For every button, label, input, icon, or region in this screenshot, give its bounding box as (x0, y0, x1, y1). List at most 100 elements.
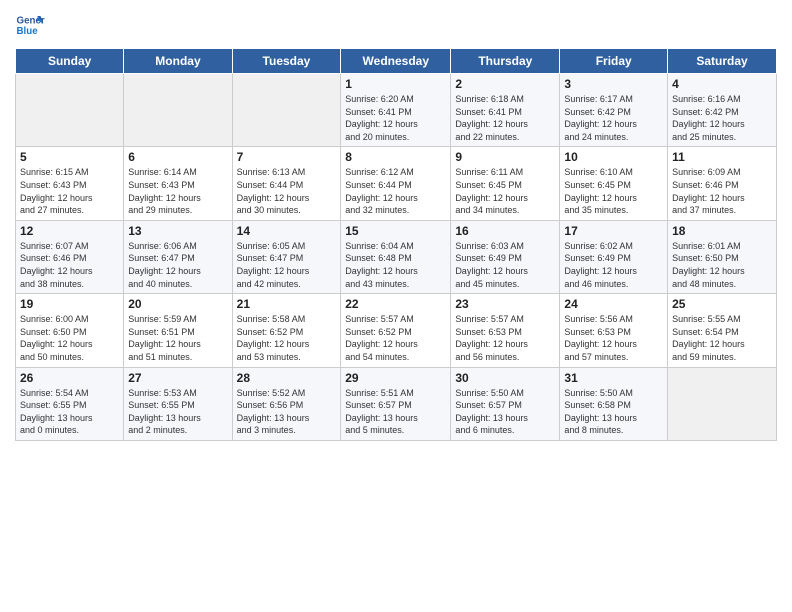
day-info: Sunrise: 6:04 AM Sunset: 6:48 PM Dayligh… (345, 240, 446, 290)
header: General Blue (15, 10, 777, 40)
calendar-week-4: 19 Sunrise: 6:00 AM Sunset: 6:50 PM Dayli… (16, 294, 777, 367)
logo: General Blue (15, 10, 45, 40)
day-info: Sunrise: 5:50 AM Sunset: 6:57 PM Dayligh… (455, 387, 555, 437)
calendar-cell: 2Sunrise: 6:18 AM Sunset: 6:41 PM Daylig… (451, 74, 560, 147)
day-info: Sunrise: 6:16 AM Sunset: 6:42 PM Dayligh… (672, 93, 772, 143)
day-number: 6 (128, 150, 227, 164)
calendar-cell: 7 Sunrise: 6:13 AM Sunset: 6:44 PM Daylig… (232, 147, 341, 220)
calendar-cell: 27 Sunrise: 5:53 AM Sunset: 6:55 PM Dayli… (124, 367, 232, 440)
day-number: 17 (564, 224, 663, 238)
day-header-saturday: Saturday (668, 49, 777, 74)
calendar-cell: 26 Sunrise: 5:54 AM Sunset: 6:55 PM Dayli… (16, 367, 124, 440)
logo-icon: General Blue (15, 10, 45, 40)
calendar-cell: 1 Sunrise: 6:20 AM Sunset: 6:41 PM Daylig… (341, 74, 451, 147)
day-header-thursday: Thursday (451, 49, 560, 74)
day-info: Sunrise: 5:51 AM Sunset: 6:57 PM Dayligh… (345, 387, 446, 437)
day-number: 8 (345, 150, 446, 164)
day-number: 24 (564, 297, 663, 311)
day-info: Sunrise: 5:57 AM Sunset: 6:53 PM Dayligh… (455, 313, 555, 363)
day-info: Sunrise: 5:55 AM Sunset: 6:54 PM Dayligh… (672, 313, 772, 363)
day-info: Sunrise: 5:54 AM Sunset: 6:55 PM Dayligh… (20, 387, 119, 437)
day-number: 10 (564, 150, 663, 164)
day-header-tuesday: Tuesday (232, 49, 341, 74)
calendar-week-2: 5 Sunrise: 6:15 AM Sunset: 6:43 PM Daylig… (16, 147, 777, 220)
calendar-cell: 9 Sunrise: 6:11 AM Sunset: 6:45 PM Daylig… (451, 147, 560, 220)
day-info: Sunrise: 6:07 AM Sunset: 6:46 PM Dayligh… (20, 240, 119, 290)
day-number: 27 (128, 371, 227, 385)
page: General Blue SundayMondayTuesdayWednesda… (0, 0, 792, 612)
calendar-cell: 13 Sunrise: 6:06 AM Sunset: 6:47 PM Dayli… (124, 220, 232, 293)
day-number: 30 (455, 371, 555, 385)
day-info: Sunrise: 6:10 AM Sunset: 6:45 PM Dayligh… (564, 166, 663, 216)
day-info: Sunrise: 6:11 AM Sunset: 6:45 PM Dayligh… (455, 166, 555, 216)
day-info: Sunrise: 6:20 AM Sunset: 6:41 PM Dayligh… (345, 93, 446, 143)
day-number: 2 (455, 77, 555, 91)
calendar-week-3: 12 Sunrise: 6:07 AM Sunset: 6:46 PM Dayli… (16, 220, 777, 293)
calendar-cell: 12 Sunrise: 6:07 AM Sunset: 6:46 PM Dayli… (16, 220, 124, 293)
day-number: 19 (20, 297, 119, 311)
calendar-cell: 4 Sunrise: 6:16 AM Sunset: 6:42 PM Daylig… (668, 74, 777, 147)
calendar-cell (16, 74, 124, 147)
calendar-cell: 17Sunrise: 6:02 AM Sunset: 6:49 PM Dayli… (560, 220, 668, 293)
day-info: Sunrise: 6:15 AM Sunset: 6:43 PM Dayligh… (20, 166, 119, 216)
day-number: 5 (20, 150, 119, 164)
calendar-cell (668, 367, 777, 440)
day-number: 11 (672, 150, 772, 164)
calendar-cell: 11 Sunrise: 6:09 AM Sunset: 6:46 PM Dayli… (668, 147, 777, 220)
day-info: Sunrise: 6:05 AM Sunset: 6:47 PM Dayligh… (237, 240, 337, 290)
day-header-wednesday: Wednesday (341, 49, 451, 74)
day-number: 31 (564, 371, 663, 385)
day-number: 12 (20, 224, 119, 238)
day-info: Sunrise: 5:53 AM Sunset: 6:55 PM Dayligh… (128, 387, 227, 437)
day-number: 26 (20, 371, 119, 385)
day-number: 1 (345, 77, 446, 91)
day-number: 23 (455, 297, 555, 311)
calendar-cell: 30 Sunrise: 5:50 AM Sunset: 6:57 PM Dayli… (451, 367, 560, 440)
day-info: Sunrise: 6:01 AM Sunset: 6:50 PM Dayligh… (672, 240, 772, 290)
day-info: Sunrise: 6:00 AM Sunset: 6:50 PM Dayligh… (20, 313, 119, 363)
day-number: 13 (128, 224, 227, 238)
calendar-cell: 3 Sunrise: 6:17 AM Sunset: 6:42 PM Daylig… (560, 74, 668, 147)
day-info: Sunrise: 5:56 AM Sunset: 6:53 PM Dayligh… (564, 313, 663, 363)
calendar-cell: 14 Sunrise: 6:05 AM Sunset: 6:47 PM Dayli… (232, 220, 341, 293)
day-header-sunday: Sunday (16, 49, 124, 74)
day-info: Sunrise: 5:50 AM Sunset: 6:58 PM Dayligh… (564, 387, 663, 437)
calendar-cell: 22 Sunrise: 5:57 AM Sunset: 6:52 PM Dayli… (341, 294, 451, 367)
calendar-cell: 8 Sunrise: 6:12 AM Sunset: 6:44 PM Daylig… (341, 147, 451, 220)
calendar-cell: 18Sunrise: 6:01 AM Sunset: 6:50 PM Dayli… (668, 220, 777, 293)
calendar-cell (124, 74, 232, 147)
day-info: Sunrise: 6:12 AM Sunset: 6:44 PM Dayligh… (345, 166, 446, 216)
day-number: 15 (345, 224, 446, 238)
calendar-table: SundayMondayTuesdayWednesdayThursdayFrid… (15, 48, 777, 441)
day-number: 20 (128, 297, 227, 311)
day-number: 22 (345, 297, 446, 311)
calendar-cell: 23 Sunrise: 5:57 AM Sunset: 6:53 PM Dayli… (451, 294, 560, 367)
calendar-week-5: 26 Sunrise: 5:54 AM Sunset: 6:55 PM Dayli… (16, 367, 777, 440)
day-info: Sunrise: 6:06 AM Sunset: 6:47 PM Dayligh… (128, 240, 227, 290)
day-number: 4 (672, 77, 772, 91)
calendar-cell: 21Sunrise: 5:58 AM Sunset: 6:52 PM Dayli… (232, 294, 341, 367)
calendar-cell: 28Sunrise: 5:52 AM Sunset: 6:56 PM Dayli… (232, 367, 341, 440)
day-number: 21 (237, 297, 337, 311)
day-number: 7 (237, 150, 337, 164)
calendar-cell: 25Sunrise: 5:55 AM Sunset: 6:54 PM Dayli… (668, 294, 777, 367)
day-number: 16 (455, 224, 555, 238)
day-number: 29 (345, 371, 446, 385)
day-number: 3 (564, 77, 663, 91)
day-info: Sunrise: 6:14 AM Sunset: 6:43 PM Dayligh… (128, 166, 227, 216)
calendar-cell: 31 Sunrise: 5:50 AM Sunset: 6:58 PM Dayli… (560, 367, 668, 440)
day-number: 14 (237, 224, 337, 238)
calendar-header-row: SundayMondayTuesdayWednesdayThursdayFrid… (16, 49, 777, 74)
calendar-week-1: 1 Sunrise: 6:20 AM Sunset: 6:41 PM Daylig… (16, 74, 777, 147)
svg-text:Blue: Blue (17, 26, 39, 37)
day-info: Sunrise: 6:13 AM Sunset: 6:44 PM Dayligh… (237, 166, 337, 216)
calendar-cell: 15 Sunrise: 6:04 AM Sunset: 6:48 PM Dayli… (341, 220, 451, 293)
calendar-cell: 24 Sunrise: 5:56 AM Sunset: 6:53 PM Dayli… (560, 294, 668, 367)
calendar-cell: 6 Sunrise: 6:14 AM Sunset: 6:43 PM Daylig… (124, 147, 232, 220)
day-info: Sunrise: 5:57 AM Sunset: 6:52 PM Dayligh… (345, 313, 446, 363)
calendar-cell: 29 Sunrise: 5:51 AM Sunset: 6:57 PM Dayli… (341, 367, 451, 440)
day-number: 9 (455, 150, 555, 164)
day-info: Sunrise: 6:17 AM Sunset: 6:42 PM Dayligh… (564, 93, 663, 143)
calendar-cell (232, 74, 341, 147)
day-info: Sunrise: 6:09 AM Sunset: 6:46 PM Dayligh… (672, 166, 772, 216)
